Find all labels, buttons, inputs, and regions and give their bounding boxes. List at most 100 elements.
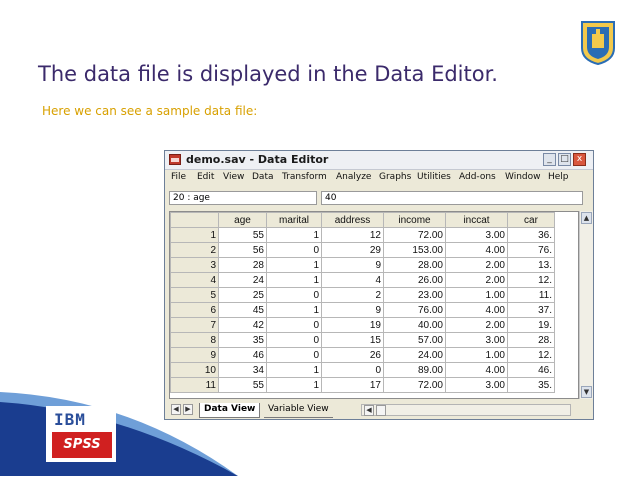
- row-number[interactable]: 5: [170, 287, 219, 303]
- table-row[interactable]: 2 56 0 29 153.00 4.00 76.: [170, 242, 555, 258]
- data-cell[interactable]: 35.: [507, 377, 555, 393]
- data-grid[interactable]: age marital address income inccat car 15…: [169, 211, 579, 399]
- data-cell[interactable]: 34: [218, 362, 267, 378]
- data-cell[interactable]: 40.00: [383, 317, 446, 333]
- column-header[interactable]: age: [218, 212, 267, 228]
- maximize-button[interactable]: □: [558, 153, 571, 166]
- data-cell[interactable]: 1: [266, 272, 322, 288]
- row-number[interactable]: 1: [170, 227, 219, 243]
- row-number[interactable]: 6: [170, 302, 219, 318]
- data-cell[interactable]: 2.00: [445, 317, 508, 333]
- data-cell[interactable]: 9: [321, 257, 384, 273]
- data-cell[interactable]: 25: [218, 287, 267, 303]
- data-cell[interactable]: 46: [218, 347, 267, 363]
- data-cell[interactable]: 72.00: [383, 227, 446, 243]
- data-cell[interactable]: 4.00: [445, 242, 508, 258]
- data-cell[interactable]: 24.00: [383, 347, 446, 363]
- data-cell[interactable]: 89.00: [383, 362, 446, 378]
- table-row[interactable]: 5 25 0 2 23.00 1.00 11.: [170, 287, 555, 303]
- data-cell[interactable]: 4.00: [445, 302, 508, 318]
- data-cell[interactable]: 3.00: [445, 377, 508, 393]
- data-cell[interactable]: 1: [266, 362, 322, 378]
- menu-window[interactable]: Window: [505, 172, 541, 182]
- data-cell[interactable]: 1: [266, 302, 322, 318]
- data-cell[interactable]: 57.00: [383, 332, 446, 348]
- data-cell[interactable]: 24: [218, 272, 267, 288]
- data-cell[interactable]: 2.00: [445, 272, 508, 288]
- row-number[interactable]: 10: [170, 362, 219, 378]
- scroll-left-arrow-icon[interactable]: ◀: [364, 405, 374, 416]
- data-cell[interactable]: 1.00: [445, 347, 508, 363]
- column-header[interactable]: address: [321, 212, 384, 228]
- data-cell[interactable]: 56: [218, 242, 267, 258]
- data-cell[interactable]: 45: [218, 302, 267, 318]
- vertical-scrollbar[interactable]: ▲ ▼: [579, 211, 593, 399]
- scroll-up-arrow-icon[interactable]: ▲: [581, 212, 592, 224]
- table-row[interactable]: 9 46 0 26 24.00 1.00 12.: [170, 347, 555, 363]
- data-cell[interactable]: 29: [321, 242, 384, 258]
- data-cell[interactable]: 76.00: [383, 302, 446, 318]
- menu-analyze[interactable]: Analyze: [336, 172, 371, 182]
- data-cell[interactable]: 12.: [507, 272, 555, 288]
- data-cell[interactable]: 37.: [507, 302, 555, 318]
- data-cell[interactable]: 9: [321, 302, 384, 318]
- menu-data[interactable]: Data: [252, 172, 274, 182]
- data-cell[interactable]: 4.00: [445, 362, 508, 378]
- menu-file[interactable]: File: [171, 172, 186, 182]
- data-cell[interactable]: 12.: [507, 347, 555, 363]
- data-cell[interactable]: 35: [218, 332, 267, 348]
- data-cell[interactable]: 0: [266, 317, 322, 333]
- row-number[interactable]: 7: [170, 317, 219, 333]
- data-cell[interactable]: 4: [321, 272, 384, 288]
- scroll-thumb[interactable]: [376, 405, 386, 416]
- cell-value-field[interactable]: 40: [321, 191, 583, 205]
- table-row[interactable]: 7 42 0 19 40.00 2.00 19.: [170, 317, 555, 333]
- row-number[interactable]: 9: [170, 347, 219, 363]
- data-cell[interactable]: 26.00: [383, 272, 446, 288]
- data-cell[interactable]: 3.00: [445, 227, 508, 243]
- data-cell[interactable]: 72.00: [383, 377, 446, 393]
- data-cell[interactable]: 26: [321, 347, 384, 363]
- row-number[interactable]: 8: [170, 332, 219, 348]
- data-cell[interactable]: 0: [266, 242, 322, 258]
- menu-help[interactable]: Help: [548, 172, 569, 182]
- menu-edit[interactable]: Edit: [197, 172, 214, 182]
- data-cell[interactable]: 19: [321, 317, 384, 333]
- menu-graphs[interactable]: Graphs: [379, 172, 411, 182]
- menu-utilities[interactable]: Utilities: [417, 172, 451, 182]
- data-cell[interactable]: 0: [266, 287, 322, 303]
- data-cell[interactable]: 2: [321, 287, 384, 303]
- data-cell[interactable]: 28.: [507, 332, 555, 348]
- close-button[interactable]: x: [573, 153, 586, 166]
- data-cell[interactable]: 0: [321, 362, 384, 378]
- menu-add-ons[interactable]: Add-ons: [459, 172, 496, 182]
- data-cell[interactable]: 55: [218, 227, 267, 243]
- data-cell[interactable]: 76.: [507, 242, 555, 258]
- data-cell[interactable]: 153.00: [383, 242, 446, 258]
- table-row[interactable]: 4 24 1 4 26.00 2.00 12.: [170, 272, 555, 288]
- data-cell[interactable]: 3.00: [445, 332, 508, 348]
- data-cell[interactable]: 28: [218, 257, 267, 273]
- table-row[interactable]: 3 28 1 9 28.00 2.00 13.: [170, 257, 555, 273]
- column-header[interactable]: inccat: [445, 212, 508, 228]
- data-cell[interactable]: 42: [218, 317, 267, 333]
- menu-view[interactable]: View: [223, 172, 244, 182]
- data-cell[interactable]: 0: [266, 347, 322, 363]
- tab-variable-view[interactable]: Variable View: [264, 403, 333, 418]
- table-row[interactable]: 10 34 1 0 89.00 4.00 46.: [170, 362, 555, 378]
- data-cell[interactable]: 13.: [507, 257, 555, 273]
- data-cell[interactable]: 19.: [507, 317, 555, 333]
- data-cell[interactable]: 1: [266, 257, 322, 273]
- row-number[interactable]: 3: [170, 257, 219, 273]
- column-header[interactable]: car: [507, 212, 555, 228]
- menu-transform[interactable]: Transform: [282, 172, 327, 182]
- data-cell[interactable]: 23.00: [383, 287, 446, 303]
- data-cell[interactable]: 1: [266, 377, 322, 393]
- corner-header[interactable]: [170, 212, 219, 228]
- data-cell[interactable]: 36.: [507, 227, 555, 243]
- data-cell[interactable]: 1.00: [445, 287, 508, 303]
- table-row[interactable]: 6 45 1 9 76.00 4.00 37.: [170, 302, 555, 318]
- data-cell[interactable]: 1: [266, 227, 322, 243]
- data-cell[interactable]: 12: [321, 227, 384, 243]
- column-header[interactable]: income: [383, 212, 446, 228]
